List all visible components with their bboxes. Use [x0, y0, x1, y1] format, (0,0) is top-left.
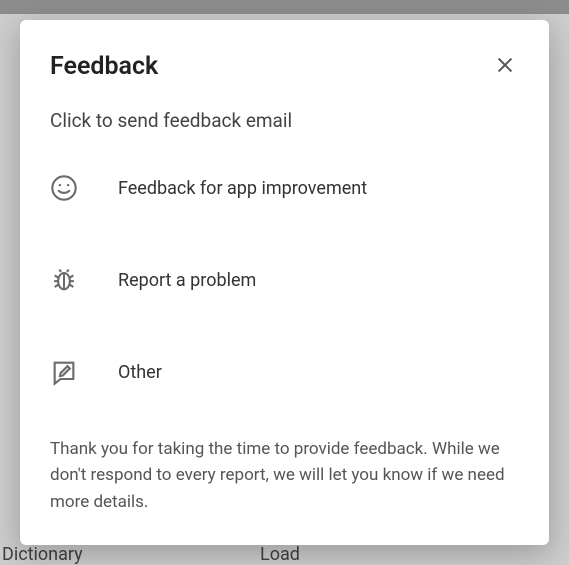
- dialog-subtitle: Click to send feedback email: [50, 109, 519, 132]
- option-label: Report a problem: [118, 270, 256, 291]
- feedback-option-problem[interactable]: Report a problem: [50, 252, 519, 308]
- dialog-footer-note: Thank you for taking the time to provide…: [50, 436, 519, 515]
- feedback-option-other[interactable]: Other: [50, 344, 519, 400]
- smile-icon: [50, 174, 78, 202]
- dialog-title: Feedback: [50, 52, 158, 81]
- close-icon: [494, 54, 516, 79]
- option-label: Feedback for app improvement: [118, 178, 367, 199]
- close-button[interactable]: [491, 53, 519, 81]
- bug-icon: [50, 266, 78, 294]
- dialog-header: Feedback: [50, 52, 519, 81]
- option-label: Other: [118, 362, 162, 383]
- feedback-dialog: Feedback Click to send feedback email Fe…: [20, 20, 549, 545]
- note-icon: [50, 358, 78, 386]
- feedback-option-improvement[interactable]: Feedback for app improvement: [50, 160, 519, 216]
